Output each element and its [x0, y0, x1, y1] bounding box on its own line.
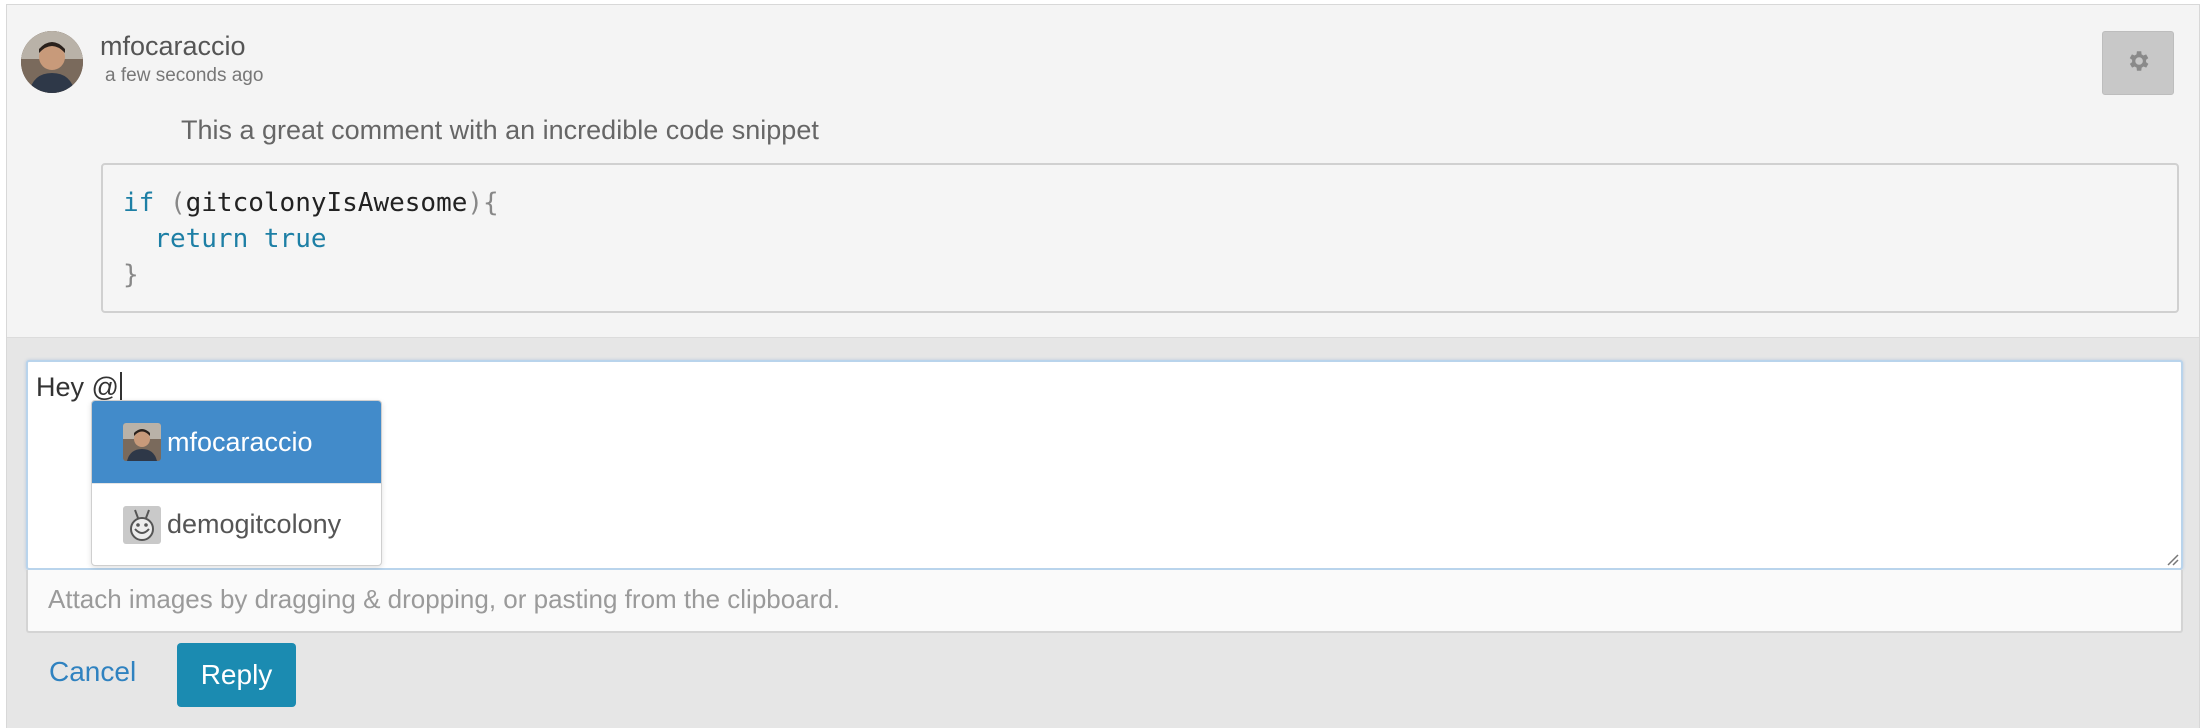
- gear-icon: [2125, 48, 2151, 79]
- code-punctuation: }: [123, 260, 139, 290]
- comment-settings-button[interactable]: [2102, 31, 2174, 95]
- mention-username: mfocaraccio: [167, 426, 313, 457]
- code-identifier: gitcolonyIsAwesome: [185, 188, 468, 218]
- attach-hint: Attach images by dragging & dropping, or…: [48, 584, 841, 614]
- code-keyword: true: [263, 224, 327, 254]
- user-avatar: [123, 505, 161, 544]
- code-punctuation: (: [169, 188, 186, 218]
- author-avatar[interactable]: [21, 31, 83, 93]
- cancel-button[interactable]: Cancel: [49, 656, 136, 688]
- code-keyword: if: [123, 188, 155, 218]
- code-punctuation: ){: [467, 188, 499, 218]
- comment-timestamp: a few seconds ago: [105, 65, 264, 86]
- mention-username: demogitcolony: [167, 509, 342, 539]
- mention-option-mfocaraccio[interactable]: mfocaraccio: [92, 401, 381, 483]
- comment-author[interactable]: mfocaraccio: [100, 31, 246, 62]
- code-keyword: return: [154, 224, 249, 254]
- reply-textarea-value: Hey @: [36, 372, 122, 403]
- resize-handle-icon[interactable]: [2165, 552, 2179, 566]
- text-caret: [119, 372, 122, 400]
- reply-button[interactable]: Reply: [177, 643, 296, 707]
- mention-autocomplete-menu: mfocaraccio demogitcolony: [91, 400, 382, 566]
- comment-body: This a great comment with an incredible …: [181, 115, 819, 145]
- user-avatar: [123, 423, 161, 461]
- attach-images-dropzone[interactable]: Attach images by dragging & dropping, or…: [26, 570, 2183, 633]
- mention-option-demogitcolony[interactable]: demogitcolony: [92, 483, 381, 565]
- code-snippet: if (gitcolonyIsAwesome){ return true }: [101, 163, 2179, 313]
